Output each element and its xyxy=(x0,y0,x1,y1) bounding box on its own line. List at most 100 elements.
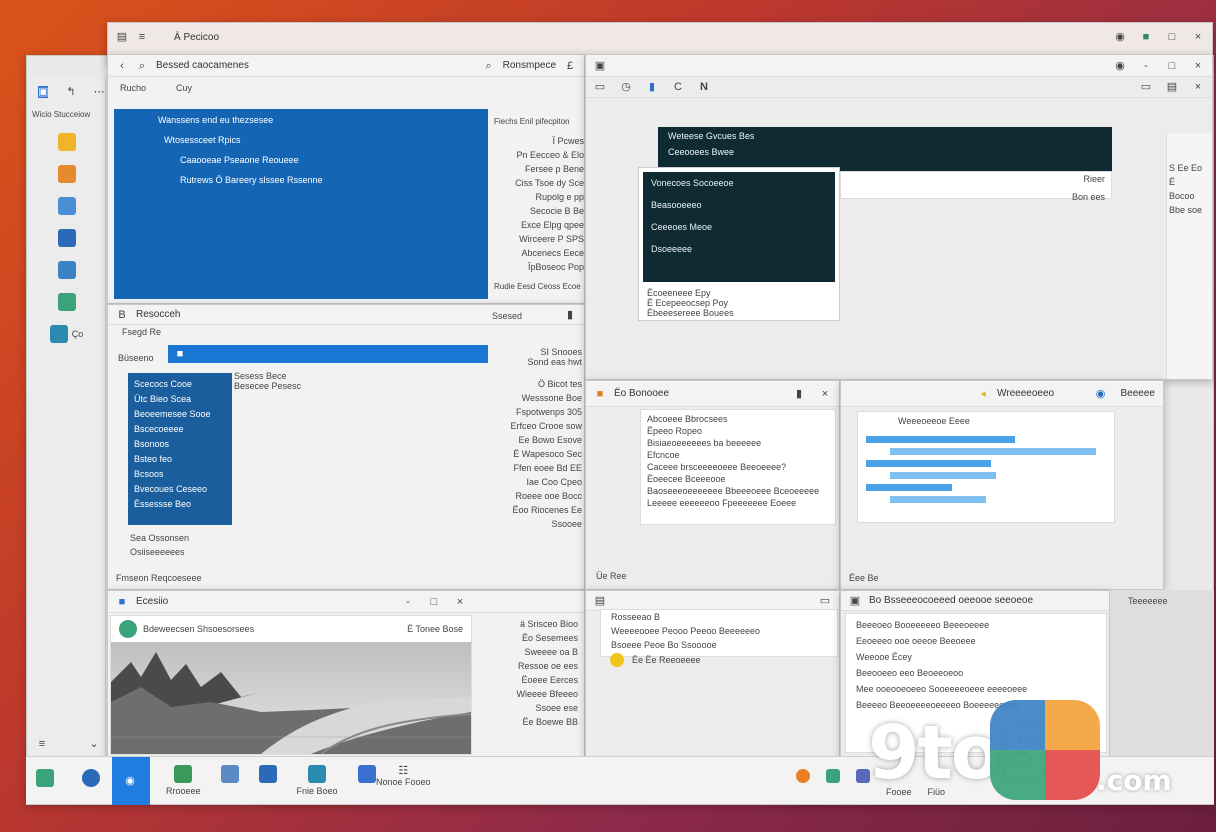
list-item[interactable]: Leeeee eeeeeeoo Fpeeeeeee Eoeee xyxy=(647,498,829,508)
app-icon[interactable] xyxy=(57,229,76,247)
task-item[interactable]: Fnie Boeo xyxy=(297,765,338,796)
folder-icon[interactable]: ▤ xyxy=(116,31,128,43)
list-item[interactable]: Wanssens end eu thezsesee xyxy=(122,115,480,125)
right-list-item[interactable]: Wirceere P SPS xyxy=(494,232,584,246)
panel-icon[interactable]: ▭ xyxy=(594,81,606,93)
list-item[interactable]: Ëe Ëe Reeoeeee xyxy=(632,655,701,665)
far-right-item[interactable]: Teeeeeee xyxy=(1110,590,1214,612)
list-item[interactable]: Eeoeeeo ooe oeeoe Beeoeee xyxy=(856,636,1096,646)
list-item[interactable]: Caaooeae Pseaone Reoueee xyxy=(122,155,480,165)
window-a-search[interactable]: Ronsmpece xyxy=(503,60,556,71)
footer-item[interactable]: Ëcoeeneee Epy xyxy=(647,288,831,298)
play-icon[interactable] xyxy=(796,769,810,783)
list-item[interactable]: Bcsoos xyxy=(134,469,226,479)
right-list-item[interactable]: Ciss Tsoe dy Sce xyxy=(494,176,584,190)
refresh-icon[interactable]: C xyxy=(672,81,684,93)
far-right-item[interactable]: Ë xyxy=(1167,175,1212,189)
close-icon[interactable]: × xyxy=(1192,81,1204,93)
right-list-item[interactable]: Pn Eecceo & Elo xyxy=(494,148,584,162)
minimize-icon[interactable]: □ xyxy=(1166,31,1178,43)
list-item[interactable]: Ëpeeo Ropeo xyxy=(647,426,829,436)
list-item[interactable]: Ütc Bieo Scea xyxy=(134,394,226,404)
right-list-item[interactable]: Ëoo Riocenes Ee xyxy=(492,503,582,517)
right-list-item[interactable]: Secocie B Be xyxy=(494,204,584,218)
record-icon[interactable]: ◉ xyxy=(1114,31,1126,43)
side-item[interactable]: Rieer xyxy=(1083,174,1105,184)
extra-item[interactable]: Osiiseeeeees xyxy=(130,545,189,559)
photos-icon[interactable] xyxy=(57,293,76,311)
docs-icon[interactable] xyxy=(57,197,76,215)
list-item[interactable]: Scecocs Cooe xyxy=(134,379,226,389)
clock-icon[interactable] xyxy=(82,769,100,787)
right-list-item[interactable]: Ee Bowo Esove xyxy=(492,433,582,447)
side-item[interactable]: Bon ees xyxy=(1072,192,1105,202)
list-item[interactable]: Beeeoeo Booeeeeeo Beeeoeeee xyxy=(856,620,1096,630)
list-item[interactable]: Bscecoeeee xyxy=(134,424,226,434)
right-list-item[interactable]: Wesssone Boe xyxy=(492,391,582,405)
list-item[interactable]: Beeooeeo eeo Beoeeoeoo xyxy=(856,668,1096,678)
back-icon[interactable]: ↰ xyxy=(66,86,75,98)
footer-item[interactable]: Ëbeeesereee Bouees xyxy=(647,308,831,318)
minimize-icon[interactable]: - xyxy=(402,596,414,608)
folder-icon[interactable] xyxy=(57,133,76,151)
app-icon[interactable]: B xyxy=(116,309,128,321)
menu-item[interactable]: Rucho xyxy=(120,83,146,93)
right-list-item[interactable]: Ffen eoee Bd EE xyxy=(492,461,582,475)
dark-item[interactable]: Dsoeeeee xyxy=(651,244,827,254)
chat-icon[interactable] xyxy=(826,769,840,783)
right-list-item[interactable]: Ëoeee Eerces xyxy=(482,673,578,687)
app-icon[interactable]: ◉ xyxy=(1095,388,1107,400)
window-icon[interactable]: ▭ xyxy=(1140,81,1152,93)
dark-item[interactable]: Weteese Gvcues Bes xyxy=(668,131,1102,141)
right-list-item[interactable]: Abcenecs Eece xyxy=(494,246,584,260)
hamburger-icon[interactable]: ≡ xyxy=(36,738,48,750)
right-list-item[interactable]: Sweeee oa B xyxy=(482,645,578,659)
right-list-item[interactable]: Wieeee Bfeeeo xyxy=(482,687,578,701)
right-list-item[interactable]: ä Srisceo Bioo xyxy=(482,617,578,631)
menu-item[interactable]: Cuy xyxy=(176,83,192,93)
list-item[interactable]: Bisiaeoeeeeees ba beeeeee xyxy=(647,438,829,448)
n-icon[interactable]: N xyxy=(698,81,710,93)
list-item[interactable]: Mee ooeooeoeeo Sooeeeeoeee eeeeoeee xyxy=(856,684,1096,694)
app-icon[interactable]: ■ xyxy=(116,596,128,608)
task-item[interactable]: Rrooeee xyxy=(166,765,201,796)
list-item[interactable]: Ëoeecee Bceeeooe xyxy=(647,474,829,484)
dark-item[interactable]: Beasooeeeo xyxy=(651,200,827,210)
far-right-item[interactable]: Bbe soe xyxy=(1167,203,1212,217)
right-list-item[interactable]: Fersee p Bene xyxy=(494,162,584,176)
right-list-item[interactable]: Ssoee ese xyxy=(482,701,578,715)
right-list-item[interactable]: Fspotwenps 305 xyxy=(492,405,582,419)
dark-item[interactable]: Vonecoes Socoeeoe xyxy=(651,178,827,188)
list-item[interactable]: Ëssessse Beo xyxy=(134,499,226,509)
mail-icon[interactable] xyxy=(357,765,376,783)
right-list-item[interactable]: Iae Coo Cpeo xyxy=(492,475,582,489)
tiles-icon[interactable]: ▤ xyxy=(1166,81,1178,93)
camera-icon[interactable] xyxy=(49,325,68,343)
bookmark-icon[interactable]: ▮ xyxy=(646,81,658,93)
right-list-item[interactable]: Ëo Sesemees xyxy=(482,631,578,645)
right-list-item[interactable]: Erfceo Crooe sow xyxy=(492,419,582,433)
list-item[interactable]: Baoseeeoeeeeeee Bbeeeoeee Bceoeeeee xyxy=(647,486,829,496)
folder-icon[interactable]: ▣ xyxy=(594,60,606,72)
back-arrow-icon[interactable]: ‹ xyxy=(116,60,128,72)
clock-icon[interactable]: ◷ xyxy=(620,81,632,93)
menu-icon[interactable]: ≡ xyxy=(136,31,148,43)
restore-icon[interactable]: □ xyxy=(1166,60,1178,72)
pin-icon[interactable]: £ xyxy=(564,60,576,72)
dark-item[interactable]: Ceeeoes Meoe xyxy=(651,222,827,232)
right-list-item[interactable]: Ë Wapesoco Sec xyxy=(492,447,582,461)
collapse-icon[interactable]: ▭ xyxy=(819,595,831,607)
collapse-icon[interactable]: ⌄ xyxy=(88,738,100,750)
list-item[interactable]: Bsoeee Peoe Bo Ssooooe xyxy=(601,638,837,652)
right-list-item[interactable]: Ëe Boewe BB xyxy=(482,715,578,729)
home-icon[interactable]: ▣ xyxy=(38,86,49,98)
minimize-icon[interactable]: - xyxy=(1140,60,1152,72)
arrow-icon[interactable]: ◂ xyxy=(977,388,989,400)
close-icon[interactable]: × xyxy=(1192,60,1204,72)
right-list-item[interactable]: Exce Elpg qpee xyxy=(494,218,584,232)
list-item[interactable]: Bsteo feo xyxy=(134,454,226,464)
list-item[interactable]: Bsonoos xyxy=(134,439,226,449)
photos-icon[interactable] xyxy=(220,765,239,783)
far-right-item[interactable]: S Ee Eo xyxy=(1167,133,1212,175)
close-icon[interactable]: × xyxy=(454,596,466,608)
